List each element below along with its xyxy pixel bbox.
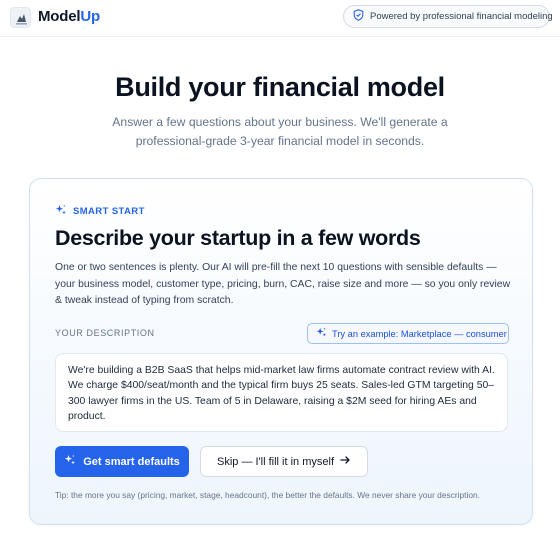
description-textarea[interactable]: We're building a B2B SaaS that helps mid…	[55, 353, 508, 432]
sparkles-icon	[316, 327, 327, 340]
description-field-label: YOUR DESCRIPTION	[55, 328, 155, 338]
sparkles-icon	[64, 454, 76, 469]
page-title: Build your financial model	[115, 72, 445, 102]
powered-badge-label: Powered by professional financial modeli…	[370, 11, 553, 22]
smart-start-eyebrow: SMART START	[55, 204, 145, 219]
sparkles-icon	[55, 204, 67, 219]
try-example-label: Try an example: Marketplace — consumer	[332, 328, 507, 339]
skip-button-label: Skip — I'll fill it in myself	[216, 455, 334, 468]
brand-name-part-2: Up	[80, 8, 100, 25]
try-example-button[interactable]: Try an example: Marketplace — consumer	[307, 323, 509, 344]
arrow-right-icon	[340, 455, 351, 468]
page-subtitle-line-2: professional-grade 3-year financial mode…	[135, 134, 425, 148]
page-subtitle: Answer a few questions about your busine…	[0, 113, 560, 151]
card-description: One or two sentences is plenty. Our AI w…	[55, 262, 511, 307]
brand-name-part-1: Model	[38, 8, 81, 25]
top-bar: ModelUp Powered by professional financia…	[0, 0, 560, 37]
skip-button[interactable]: Skip — I'll fill it in myself	[200, 446, 368, 477]
brand-name[interactable]: ModelUp	[38, 8, 100, 25]
get-smart-defaults-button[interactable]: Get smart defaults	[55, 446, 189, 477]
card-title: Describe your startup in a few words	[55, 226, 421, 250]
smart-start-card: SMART START Describe your startup in a f…	[29, 178, 533, 525]
page-subtitle-line-1: Answer a few questions about your busine…	[112, 115, 448, 129]
logo-image[interactable]	[10, 7, 31, 28]
powered-badge: Powered by professional financial modeli…	[343, 5, 553, 28]
shield-icon	[353, 9, 364, 24]
get-smart-defaults-label: Get smart defaults	[83, 455, 180, 468]
tip-text: Tip: the more you say (pricing, market, …	[55, 490, 481, 500]
smart-start-label: SMART START	[73, 206, 145, 217]
